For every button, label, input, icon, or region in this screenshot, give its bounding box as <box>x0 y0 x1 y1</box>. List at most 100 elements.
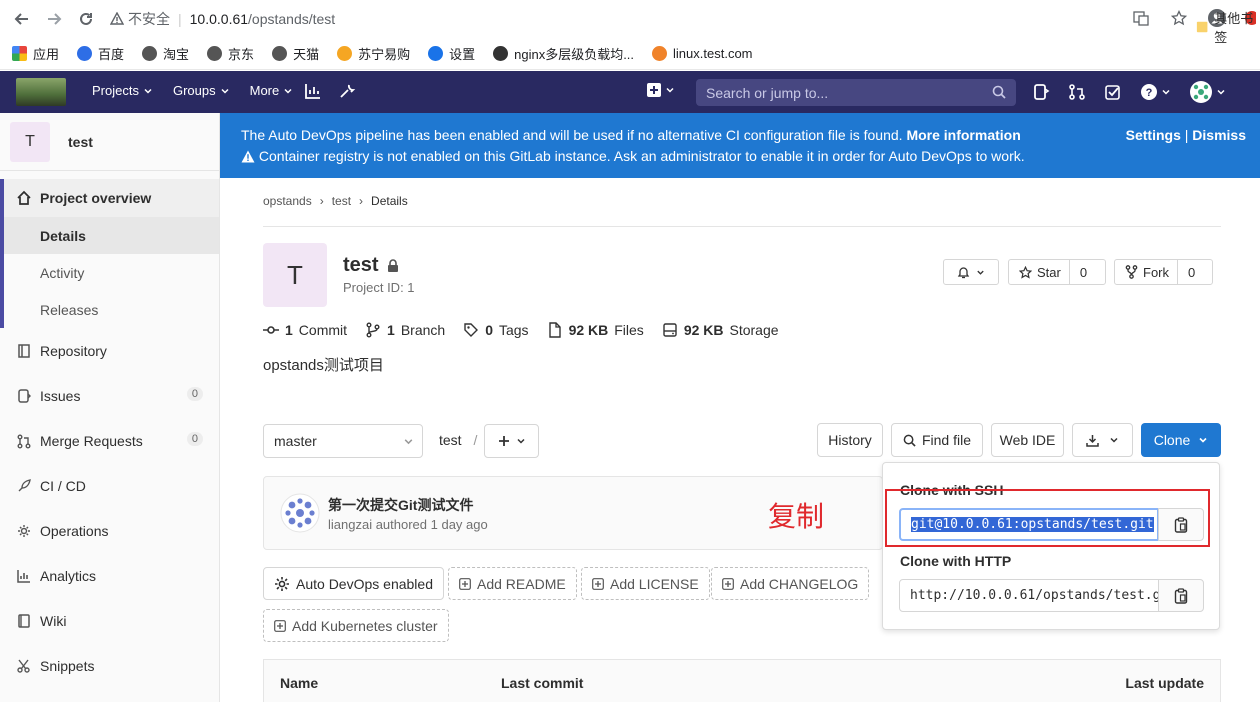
translate-icon[interactable] <box>1128 5 1154 31</box>
forward-button[interactable] <box>38 3 70 35</box>
project-description: opstands测试项目 <box>263 357 384 374</box>
banner-dismiss-link[interactable]: Dismiss <box>1192 127 1246 143</box>
more-label: More <box>249 83 280 98</box>
new-menu[interactable] <box>646 82 675 98</box>
other-bookmarks[interactable]: 其他书签 <box>1196 8 1260 46</box>
issues-nav-icon[interactable] <box>1032 83 1050 101</box>
stat-files[interactable]: 92 KB Files <box>547 322 644 338</box>
plus-square-icon <box>646 82 675 98</box>
chart-bar-icon[interactable] <box>304 82 322 100</box>
banner-line-1: The Auto DevOps pipeline has been enable… <box>241 127 1021 143</box>
branch-selector[interactable]: master <box>263 424 423 458</box>
copy-http-button[interactable] <box>1158 579 1204 612</box>
address-bar[interactable]: 不安全 | 10.0.0.61 /opstands/test <box>110 5 1200 33</box>
sidebar-item-analytics[interactable]: Analytics <box>0 553 219 598</box>
bookmark-item[interactable]: 百度 <box>77 44 124 63</box>
sidebar-item-wiki[interactable]: Wiki <box>0 598 219 643</box>
projects-menu[interactable]: Projects <box>92 83 153 98</box>
bookmark-item[interactable]: 应用 <box>12 44 59 63</box>
help-icon[interactable]: ? <box>1140 83 1171 101</box>
stat-label: Tags <box>498 322 529 338</box>
sidebar-item-snippets[interactable]: Snippets <box>0 643 219 688</box>
commit-title-link[interactable]: 第一次提交Git测试文件 <box>328 495 473 515</box>
groups-menu[interactable]: Groups <box>173 83 230 98</box>
bookmark-item[interactable]: nginx多层级负载均... <box>493 44 634 63</box>
banner-settings-link[interactable]: Settings <box>1126 127 1181 143</box>
chevron-down-icon <box>1110 437 1118 443</box>
merge-request-nav-icon[interactable] <box>1068 83 1086 101</box>
breadcrumb-project[interactable]: test <box>332 194 351 208</box>
stat-storage[interactable]: 92 KB Storage <box>662 322 779 338</box>
chevron-down-icon <box>666 87 674 93</box>
add-kubernetes-button[interactable]: Add Kubernetes cluster <box>263 609 449 642</box>
breadcrumb-separator: › <box>359 194 364 208</box>
clone-http-field[interactable]: http://10.0.0.61/opstands/test.git <box>899 579 1159 612</box>
web-ide-button[interactable]: Web IDE <box>991 423 1064 457</box>
find-file-button[interactable]: Find file <box>891 423 983 457</box>
bookmark-item[interactable]: 淘宝 <box>142 44 189 63</box>
forward-arrow-icon <box>48 13 62 25</box>
breadcrumb-group[interactable]: opstands <box>263 194 312 208</box>
lock-icon <box>387 259 399 272</box>
annotation-copy: 复制 <box>768 500 825 533</box>
bookmark-icon <box>652 46 668 61</box>
stat-tags[interactable]: 0 Tags <box>463 322 529 338</box>
auto-devops-button[interactable]: Auto DevOps enabled <box>263 567 444 600</box>
stat-label: Storage <box>729 322 779 338</box>
history-button[interactable]: History <box>817 423 883 457</box>
chevron-down-icon <box>221 88 229 94</box>
sidebar-item-issues[interactable]: Issues 0 <box>0 373 219 418</box>
bookmark-icon <box>337 46 353 61</box>
download-button[interactable] <box>1072 423 1133 457</box>
bookmark-item[interactable]: 苏宁易购 <box>337 44 410 63</box>
plus-square-icon <box>274 619 286 632</box>
fork-label: Fork <box>1143 264 1169 280</box>
bookmark-item[interactable]: linux.test.com <box>652 46 753 61</box>
clone-button[interactable]: Clone <box>1141 423 1221 457</box>
project-title: test <box>343 254 379 276</box>
wrench-icon[interactable] <box>338 82 356 100</box>
gear-icon <box>275 576 289 591</box>
sidebar-subitem-activity[interactable]: Activity <box>4 254 219 291</box>
todo-icon[interactable] <box>1104 83 1122 101</box>
project-stats: 1 Commit 1 Branch 0 Tags 92 KB Files 92 KB Storag… <box>263 322 779 338</box>
more-menu[interactable]: More <box>250 83 294 98</box>
sidebar-item-operations[interactable]: Operations <box>0 508 219 553</box>
bell-icon <box>957 266 970 278</box>
star-bookmark-icon[interactable] <box>1166 5 1192 31</box>
url-host: 10.0.0.61 <box>189 11 249 27</box>
chevron-down-icon <box>1162 89 1170 95</box>
repo-path-name[interactable]: test <box>439 432 462 448</box>
project-id: Project ID: 1 <box>343 280 415 295</box>
notification-button[interactable] <box>943 259 999 285</box>
site-logo[interactable] <box>16 78 66 106</box>
chevron-down-icon <box>1199 437 1207 443</box>
sidebar-project-header[interactable]: T test <box>0 113 219 171</box>
star-button[interactable]: Star 0 <box>1008 259 1106 285</box>
add-readme-button[interactable]: Add README <box>448 567 577 600</box>
breadcrumb-current[interactable]: Details <box>371 194 408 208</box>
reload-button[interactable] <box>70 3 102 35</box>
stat-commit[interactable]: 1 Commit <box>263 322 347 338</box>
fork-button[interactable]: Fork 0 <box>1114 259 1213 285</box>
add-file-dropdown[interactable] <box>484 424 539 458</box>
commit-author-avatar[interactable] <box>280 493 320 533</box>
sidebar-subitem-details[interactable]: Details <box>4 217 219 254</box>
back-arrow-icon <box>14 13 28 25</box>
add-license-button[interactable]: Add LICENSE <box>581 567 710 600</box>
sidebar-subitem-releases[interactable]: Releases <box>4 291 219 328</box>
bookmark-item[interactable]: 设置 <box>428 44 475 63</box>
user-avatar[interactable] <box>1189 80 1226 104</box>
search-input[interactable]: Search or jump to... <box>696 79 1016 106</box>
sidebar-item-repository[interactable]: Repository <box>0 328 219 373</box>
stat-branch[interactable]: 1 Branch <box>365 322 445 338</box>
back-button[interactable] <box>6 3 38 35</box>
bookmark-item[interactable]: 京东 <box>207 44 254 63</box>
sidebar-item-ci-cd[interactable]: CI / CD <box>0 463 219 508</box>
bookmark-item[interactable]: 天猫 <box>272 44 319 63</box>
sidebar-item-merge-requests[interactable]: Merge Requests 0 <box>0 418 219 463</box>
sidebar-item-project-overview[interactable]: Project overview <box>4 179 219 217</box>
more-information-link[interactable]: More information <box>906 127 1020 143</box>
add-changelog-button[interactable]: Add CHANGELOG <box>711 567 870 600</box>
sidebar-item-label: Repository <box>40 342 107 359</box>
